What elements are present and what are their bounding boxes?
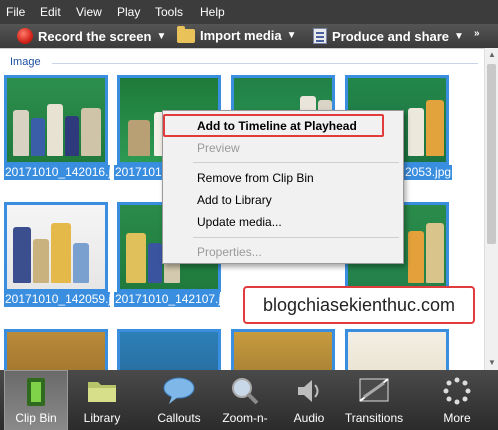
scrollbar-thumb[interactable] [487,64,496,244]
folder-icon [88,382,116,402]
double-chevron-icon: » [474,28,480,39]
tab-label: Transitions [344,411,404,425]
media-thumbnail[interactable] [4,329,108,370]
scroll-up-icon[interactable]: ▲ [485,48,498,62]
transitions-icon [359,378,389,402]
produce-icon [313,28,327,44]
menu-separator [193,237,399,238]
chevron-down-icon: ▼ [286,30,297,41]
produce-share-button[interactable]: Produce and share ▼ [313,28,464,44]
tab-zoom-n-pan[interactable]: Zoom-n- [214,370,276,430]
menu-item-preview: Preview [197,141,240,155]
chevron-down-icon: ▼ [156,30,167,42]
tab-label: Clip Bin [15,411,57,425]
media-thumbnail[interactable] [4,202,108,292]
menu-tools[interactable]: Tools [155,5,183,19]
menu-separator [193,162,399,163]
menu-item-add-to-library[interactable]: Add to Library [197,193,272,207]
menu-item-remove-from-clip-bin[interactable]: Remove from Clip Bin [197,171,314,185]
tab-audio[interactable]: Audio [282,370,336,430]
more-dots-icon [443,377,471,405]
media-caption: 2053.jpg [404,165,452,180]
media-thumbnail[interactable] [117,329,221,370]
import-media-button[interactable]: Import media ▼ [177,25,297,43]
menu-help[interactable]: Help [200,5,225,19]
section-label: Image [10,56,41,68]
tab-label: Zoom-n- [222,411,268,425]
media-thumbnail[interactable] [345,329,449,370]
media-thumbnail[interactable] [231,329,335,370]
speaker-icon [298,380,319,402]
scroll-down-icon[interactable]: ▼ [485,356,498,370]
tab-label: Callouts [157,411,201,425]
record-screen-button[interactable]: Record the screen ▼ [17,28,166,44]
chevron-down-icon: ▼ [454,30,464,42]
record-screen-label: Record the screen [38,28,152,44]
section-divider [52,63,478,64]
menu-item-update-media[interactable]: Update media... [197,215,282,229]
import-media-label: Import media [200,28,282,43]
media-caption: 20171010_ [114,165,162,180]
tab-clip-bin[interactable]: Clip Bin [4,370,68,430]
tab-more[interactable]: More [426,370,488,430]
toolbar-overflow-button[interactable]: » [474,28,480,39]
menu-file[interactable]: File [6,5,25,19]
tab-library[interactable]: Library [72,370,132,430]
task-tabs: Clip Bin Library Callouts Zoom-n- Audio [0,370,498,430]
film-strip-icon [27,378,45,406]
tab-callouts[interactable]: Callouts [146,370,212,430]
speech-bubble-icon [163,377,195,404]
menu-play[interactable]: Play [117,5,140,19]
tab-label: Audio [293,411,325,425]
media-caption: 20171010_142107.jpg [114,292,220,307]
tab-label: Library [83,411,121,425]
highlight-box [163,114,384,137]
media-caption: 20171010_142016.jpg [4,165,110,180]
media-caption: 20171010_142059.jpg [4,292,110,307]
produce-share-label: Produce and share [332,28,450,44]
magnifier-icon [232,378,259,405]
record-icon [17,28,33,44]
vertical-scrollbar[interactable]: ▲ ▼ [484,48,498,370]
menu-view[interactable]: View [76,5,102,19]
main-toolbar: Record the screen ▼ Import media ▼ Produ… [0,24,498,48]
media-thumbnail[interactable] [4,75,108,165]
tab-label: More [443,411,471,425]
tab-transitions[interactable]: Transitions [338,370,410,430]
watermark: blogchiasekienthuc.com [243,286,475,324]
menu-edit[interactable]: Edit [40,5,61,19]
folder-icon [177,25,195,43]
menu-item-properties: Properties... [197,245,262,259]
menu-bar: File Edit View Play Tools Help [0,0,498,24]
